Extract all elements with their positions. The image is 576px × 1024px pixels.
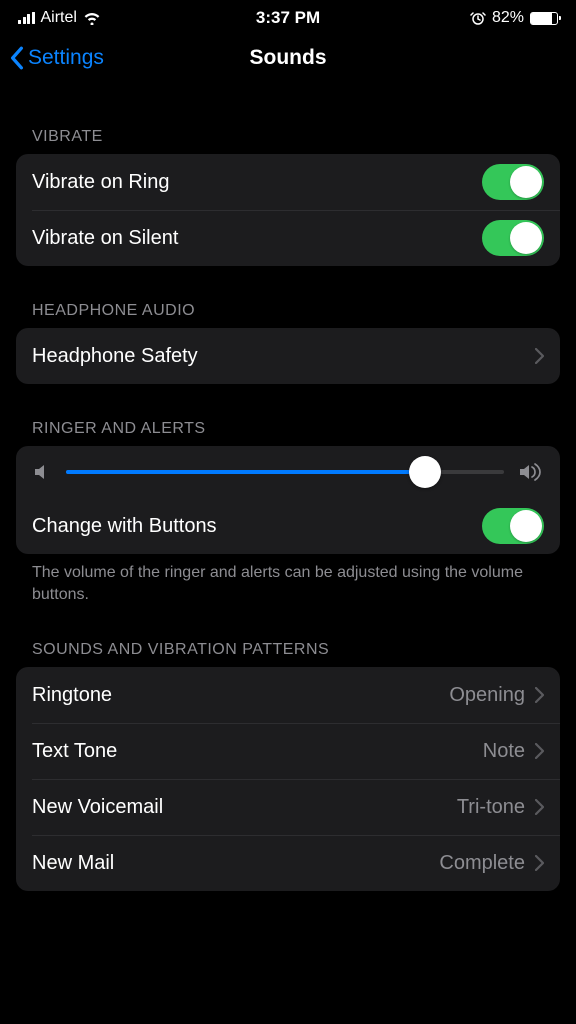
back-button[interactable]: Settings (10, 46, 104, 70)
row-volume-slider (16, 446, 560, 498)
chevron-right-icon (535, 743, 544, 759)
chevron-right-icon (535, 855, 544, 871)
page-title: Sounds (250, 46, 327, 70)
row-label: Text Tone (32, 740, 117, 763)
section-header-sounds-patterns: SOUNDS AND VIBRATION PATTERNS (16, 605, 560, 667)
row-value: Note (483, 740, 525, 763)
battery-icon (530, 12, 558, 25)
row-headphone-safety[interactable]: Headphone Safety (16, 328, 560, 384)
wifi-icon (83, 11, 101, 25)
status-bar: Airtel 3:37 PM 82% (0, 0, 576, 32)
row-label: Ringtone (32, 684, 112, 707)
toggle-vibrate-on-ring[interactable] (482, 164, 544, 200)
section-footer-ringer: The volume of the ringer and alerts can … (16, 554, 560, 605)
section-header-headphone-audio: HEADPHONE AUDIO (16, 266, 560, 328)
volume-slider[interactable] (66, 470, 504, 474)
chevron-right-icon (535, 348, 544, 364)
row-vibrate-on-silent[interactable]: Vibrate on Silent (16, 210, 560, 266)
toggle-change-with-buttons[interactable] (482, 508, 544, 544)
row-label: Change with Buttons (32, 515, 217, 538)
row-label: Headphone Safety (32, 345, 198, 368)
battery-percent: 82% (492, 9, 524, 27)
content: VIBRATE Vibrate on Ring Vibrate on Silen… (0, 84, 576, 891)
chevron-left-icon (10, 46, 24, 70)
row-label: Vibrate on Silent (32, 227, 178, 250)
row-value: Opening (449, 684, 525, 707)
volume-low-icon (32, 462, 52, 482)
group-ringer-and-alerts: Change with Buttons (16, 446, 560, 554)
group-sounds-patterns: Ringtone Opening Text Tone Note New Voic… (16, 667, 560, 891)
status-time: 3:37 PM (256, 8, 320, 28)
chevron-right-icon (535, 687, 544, 703)
status-left: Airtel (18, 9, 101, 27)
row-value: Tri-tone (457, 796, 525, 819)
row-label: Vibrate on Ring (32, 171, 170, 194)
cellular-signal-icon (18, 12, 35, 24)
slider-thumb[interactable] (409, 456, 441, 488)
toggle-vibrate-on-silent[interactable] (482, 220, 544, 256)
row-value: Complete (439, 852, 525, 875)
row-ringtone[interactable]: Ringtone Opening (16, 667, 560, 723)
section-header-vibrate: VIBRATE (16, 84, 560, 154)
volume-high-icon (518, 462, 544, 482)
group-headphone-audio: Headphone Safety (16, 328, 560, 384)
row-change-with-buttons[interactable]: Change with Buttons (16, 498, 560, 554)
alarm-icon (470, 10, 486, 26)
row-text-tone[interactable]: Text Tone Note (16, 723, 560, 779)
nav-bar: Settings Sounds (0, 32, 576, 84)
carrier-label: Airtel (41, 9, 77, 27)
chevron-right-icon (535, 799, 544, 815)
row-new-voicemail[interactable]: New Voicemail Tri-tone (16, 779, 560, 835)
row-new-mail[interactable]: New Mail Complete (16, 835, 560, 891)
row-vibrate-on-ring[interactable]: Vibrate on Ring (16, 154, 560, 210)
section-header-ringer-and-alerts: RINGER AND ALERTS (16, 384, 560, 446)
status-right: 82% (470, 9, 558, 27)
back-label: Settings (28, 46, 104, 70)
row-label: New Voicemail (32, 796, 163, 819)
group-vibrate: Vibrate on Ring Vibrate on Silent (16, 154, 560, 266)
row-label: New Mail (32, 852, 114, 875)
